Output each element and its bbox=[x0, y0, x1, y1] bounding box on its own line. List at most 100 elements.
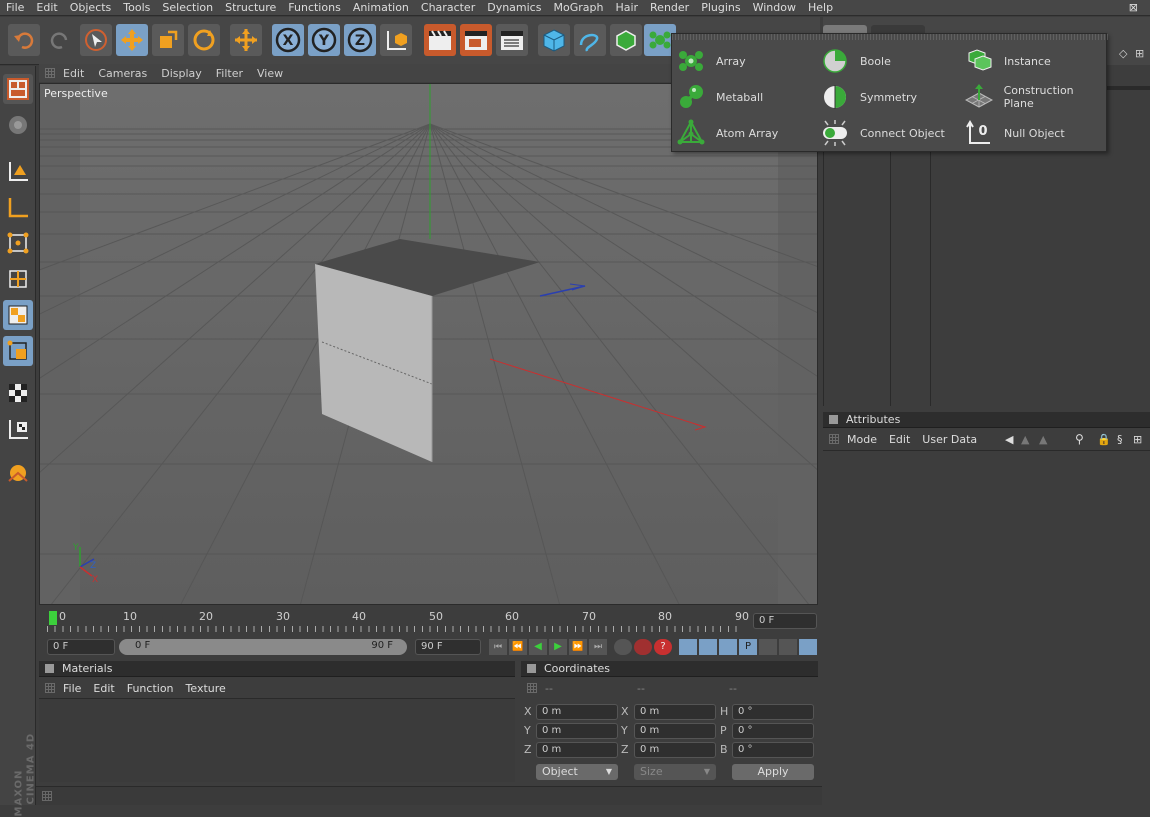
rotate-tool-icon[interactable] bbox=[188, 24, 220, 56]
menu-mograph[interactable]: MoGraph bbox=[547, 0, 609, 16]
menu-objects[interactable]: Objects bbox=[64, 0, 118, 16]
menu-structure[interactable]: Structure bbox=[219, 0, 282, 16]
position-x-field[interactable]: 0 m bbox=[536, 704, 618, 720]
z-axis-lock-icon[interactable]: Z bbox=[344, 24, 376, 56]
rotation-h-field[interactable]: 0 ° bbox=[732, 704, 814, 720]
key-scale-icon[interactable] bbox=[699, 639, 717, 655]
rotation-p-field[interactable]: 0 ° bbox=[732, 723, 814, 739]
menu-functions[interactable]: Functions bbox=[282, 0, 347, 16]
world-axis-icon[interactable] bbox=[230, 24, 262, 56]
render-picture-viewer-icon[interactable] bbox=[460, 24, 492, 56]
rotation-b-field[interactable]: 0 ° bbox=[732, 742, 814, 758]
menu-file[interactable]: File bbox=[0, 0, 30, 16]
live-selection-icon[interactable] bbox=[80, 24, 112, 56]
menu-dynamics[interactable]: Dynamics bbox=[481, 0, 547, 16]
popup-item-construction-plane[interactable]: Construction Plane bbox=[964, 82, 1106, 112]
nurbs-icon[interactable] bbox=[610, 24, 642, 56]
menu-render[interactable]: Render bbox=[644, 0, 695, 16]
tweak-mode-icon[interactable] bbox=[3, 336, 33, 366]
key-rotation-icon[interactable] bbox=[719, 639, 737, 655]
key-position-icon[interactable] bbox=[679, 639, 697, 655]
current-frame-field[interactable]: 0 F bbox=[753, 613, 817, 629]
keyframe-selection-icon[interactable]: ? bbox=[654, 639, 672, 655]
timeline-playhead[interactable] bbox=[49, 611, 57, 625]
use-axis-mode-icon[interactable] bbox=[3, 192, 33, 222]
start-frame-field[interactable]: 0 F bbox=[47, 639, 115, 655]
scale-x-field[interactable]: 0 m bbox=[634, 704, 716, 720]
popup-item-array[interactable]: Array bbox=[676, 46, 746, 76]
popup-item-instance[interactable]: Instance bbox=[964, 46, 1051, 76]
key-parameter-icon[interactable]: P bbox=[739, 639, 757, 655]
key-point-level-icon[interactable] bbox=[759, 639, 777, 655]
coordinate-system-icon[interactable] bbox=[380, 24, 412, 56]
popup-item-metaball[interactable]: Metaball bbox=[676, 82, 763, 112]
redo-icon[interactable] bbox=[44, 24, 76, 56]
popup-item-symmetry[interactable]: Symmetry bbox=[820, 82, 917, 112]
new-window-icon[interactable]: ⊞ bbox=[1135, 47, 1144, 60]
cube-primitive-icon[interactable] bbox=[538, 24, 570, 56]
undo-icon[interactable] bbox=[8, 24, 40, 56]
menu-plugins[interactable]: Plugins bbox=[695, 0, 746, 16]
link-icon[interactable]: § bbox=[1117, 433, 1123, 446]
grip-icon[interactable] bbox=[42, 791, 52, 801]
use-polygon-mode-icon[interactable] bbox=[3, 300, 33, 330]
record-active-objects-icon[interactable] bbox=[614, 639, 632, 655]
use-edge-mode-icon[interactable] bbox=[3, 264, 33, 294]
viewport-menu-edit[interactable]: Edit bbox=[63, 67, 84, 80]
viewport-menu-filter[interactable]: Filter bbox=[216, 67, 243, 80]
viewport-menu-cameras[interactable]: Cameras bbox=[98, 67, 147, 80]
render-view-icon[interactable] bbox=[424, 24, 456, 56]
scale-y-field[interactable]: 0 m bbox=[634, 723, 716, 739]
timeline-window-icon[interactable] bbox=[799, 639, 817, 655]
materials-menu-texture[interactable]: Texture bbox=[186, 682, 226, 695]
spline-icon[interactable] bbox=[574, 24, 606, 56]
back-arrow-icon[interactable]: ◀ bbox=[1005, 433, 1013, 446]
use-object-axis-icon[interactable] bbox=[3, 156, 33, 186]
popup-item-null-object[interactable]: 0 Null Object bbox=[964, 118, 1065, 148]
scale-tool-icon[interactable] bbox=[152, 24, 184, 56]
texture-mode-icon[interactable] bbox=[3, 378, 33, 408]
grip-icon[interactable] bbox=[45, 683, 55, 693]
apply-button[interactable]: Apply bbox=[732, 764, 814, 780]
position-y-field[interactable]: 0 m bbox=[536, 723, 618, 739]
position-z-field[interactable]: 0 m bbox=[536, 742, 618, 758]
menu-selection[interactable]: Selection bbox=[156, 0, 219, 16]
timeline[interactable]: 0 10 20 30 40 50 60 70 80 90 0 F bbox=[39, 609, 818, 635]
menu-window[interactable]: Window bbox=[747, 0, 802, 16]
materials-menu-edit[interactable]: Edit bbox=[93, 682, 114, 695]
panel-toggle-icon[interactable] bbox=[527, 664, 536, 673]
play-backward-icon[interactable]: ◀ bbox=[529, 639, 547, 655]
panel-toggle-icon[interactable] bbox=[45, 664, 54, 673]
go-to-end-icon[interactable]: ⏭ bbox=[589, 639, 607, 655]
grip-icon[interactable] bbox=[829, 434, 839, 444]
scheme-icon[interactable] bbox=[779, 639, 797, 655]
perspective-viewport[interactable]: Y Z X Perspective bbox=[39, 83, 818, 605]
panel-toggle-icon[interactable] bbox=[829, 415, 838, 424]
forward-arrow-icon[interactable]: ▲ bbox=[1021, 433, 1029, 446]
previous-key-icon[interactable]: ⏪ bbox=[509, 639, 527, 655]
attributes-menu-mode[interactable]: Mode bbox=[847, 433, 877, 446]
attributes-area[interactable] bbox=[823, 450, 1150, 805]
workplane-mode-icon[interactable] bbox=[3, 414, 33, 444]
size-mode-select[interactable]: Size ▼ bbox=[634, 764, 716, 780]
use-point-mode-icon[interactable] bbox=[3, 228, 33, 258]
viewport-menu-view[interactable]: View bbox=[257, 67, 283, 80]
materials-menu-function[interactable]: Function bbox=[127, 682, 174, 695]
popup-item-connect-object[interactable]: Connect Object bbox=[820, 118, 945, 148]
autokeying-icon[interactable] bbox=[634, 639, 652, 655]
attributes-menu-edit[interactable]: Edit bbox=[889, 433, 910, 446]
search-icon[interactable]: ⚲ bbox=[1075, 432, 1084, 446]
grip-icon[interactable] bbox=[45, 68, 55, 78]
solo-mode-icon[interactable] bbox=[3, 458, 33, 488]
attributes-menu-user-data[interactable]: User Data bbox=[922, 433, 977, 446]
materials-area[interactable] bbox=[39, 698, 515, 782]
popup-item-boole[interactable]: Boole bbox=[820, 46, 891, 76]
grip-icon[interactable] bbox=[527, 683, 537, 693]
x-axis-lock-icon[interactable]: X bbox=[272, 24, 304, 56]
go-to-start-icon[interactable]: ⏮ bbox=[489, 639, 507, 655]
eye-icon[interactable]: ◇ bbox=[1119, 47, 1127, 60]
new-window-icon[interactable]: ⊞ bbox=[1133, 433, 1142, 446]
menu-character[interactable]: Character bbox=[415, 0, 481, 16]
up-arrow-icon[interactable]: ▲ bbox=[1039, 433, 1047, 446]
render-settings-icon[interactable] bbox=[496, 24, 528, 56]
